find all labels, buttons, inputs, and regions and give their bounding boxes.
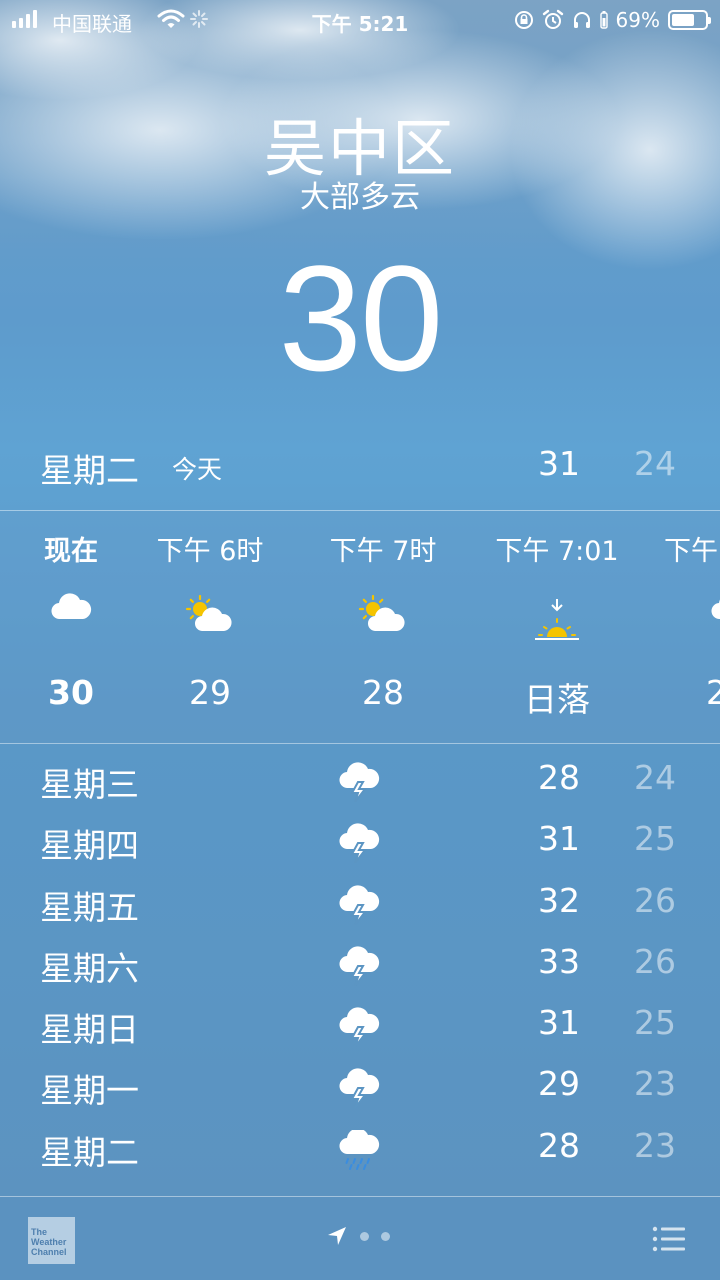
day-low: 25: [634, 819, 676, 859]
hour-temp: 28: [362, 673, 404, 712]
battery-percent: 69%: [615, 8, 660, 32]
day-low: 23: [634, 1125, 676, 1165]
partly-cloudy-icon: [184, 594, 236, 639]
hour-temp: 2: [706, 673, 720, 712]
day-name: 星期二: [40, 1132, 139, 1172]
day-name: 星期五: [40, 887, 139, 927]
sunset-icon: [533, 597, 581, 647]
headphone-battery-icon: [599, 11, 608, 29]
city-list-button[interactable]: [652, 1225, 686, 1257]
partly-cloudy-icon: [357, 594, 409, 639]
day-low: 26: [634, 880, 676, 920]
today-low: 24: [634, 444, 676, 483]
today-high: 31: [538, 444, 580, 483]
day-high: 31: [538, 819, 580, 859]
day-high: 28: [538, 1125, 580, 1165]
bottom-toolbar: The Weather Channel: [0, 1196, 720, 1280]
hour-time: 下午 7:01: [495, 536, 619, 567]
daily-forecast-list[interactable]: 星期三 28 24 星期四 31 25 星期五 32 26 星期六 33 26 …: [0, 752, 720, 1181]
weather-channel-logo[interactable]: The Weather Channel: [28, 1217, 75, 1264]
headphones-icon: [573, 12, 590, 28]
thunderstorm-icon: [338, 762, 380, 810]
day-name: 星期一: [40, 1071, 139, 1111]
thunderstorm-icon: [338, 946, 380, 994]
list-icon: [652, 1226, 685, 1252]
day-high: 31: [538, 1003, 580, 1043]
page-dot: [360, 1231, 369, 1241]
page-dot: [381, 1231, 390, 1241]
daily-row: 星期二 28 23: [0, 1120, 720, 1181]
rain-icon: [338, 1128, 380, 1178]
current-temperature: 30: [278, 234, 444, 402]
daily-row: 星期一 29 23: [0, 1058, 720, 1119]
cloud-icon: [710, 591, 720, 625]
hour-temp: 30: [48, 673, 94, 712]
hourly-forecast[interactable]: 现在 30 下午 6时 29 下午 7时 28 下午 7:01 日落 下午 2: [0, 511, 720, 743]
daily-row: 星期五 32 26: [0, 875, 720, 936]
hour-temp: 日落: [524, 680, 590, 719]
daily-row: 星期六 33 26: [0, 936, 720, 997]
status-right-icons: 69%: [514, 8, 711, 32]
today-summary-row: 星期二 今天 31 24: [0, 440, 720, 496]
daily-row: 星期四 31 25: [0, 813, 720, 874]
alarm-icon: [542, 9, 563, 29]
day-low: 26: [634, 941, 676, 981]
hour-temp: 29: [189, 673, 231, 712]
thunderstorm-icon: [338, 1007, 380, 1055]
day-high: 33: [538, 941, 580, 981]
day-low: 23: [634, 1064, 676, 1104]
hour-time: 下午 6时: [156, 536, 264, 567]
today-label: 今天: [172, 455, 223, 484]
today-day-name: 星期二: [40, 451, 139, 490]
thunderstorm-icon: [338, 823, 380, 871]
divider: [0, 743, 720, 744]
hour-time: 现在: [44, 536, 98, 567]
day-high: 28: [538, 758, 580, 797]
daily-row: 星期三 28 24: [0, 752, 720, 813]
day-name: 星期三: [40, 765, 139, 804]
day-low: 25: [634, 1003, 676, 1043]
orientation-lock-icon: [514, 11, 533, 29]
weather-condition: 大部多云: [300, 180, 420, 215]
day-low: 24: [634, 758, 676, 797]
page-indicator[interactable]: [326, 1225, 390, 1247]
hour-time: 下午 7时: [329, 536, 437, 567]
day-high: 32: [538, 880, 580, 920]
day-name: 星期四: [40, 826, 139, 866]
day-name: 星期六: [40, 948, 139, 988]
thunderstorm-icon: [338, 1068, 380, 1116]
day-name: 星期日: [40, 1010, 139, 1050]
daily-row: 星期日 31 25: [0, 997, 720, 1058]
hour-time: 下午: [664, 536, 718, 567]
battery-icon: [668, 10, 711, 30]
thunderstorm-icon: [338, 884, 380, 933]
status-bar: 中国联通 下午 5:21 69%: [0, 0, 720, 40]
current-location-arrow-icon: [328, 1227, 346, 1245]
cloud-icon: [50, 591, 92, 625]
day-high: 29: [538, 1064, 580, 1104]
